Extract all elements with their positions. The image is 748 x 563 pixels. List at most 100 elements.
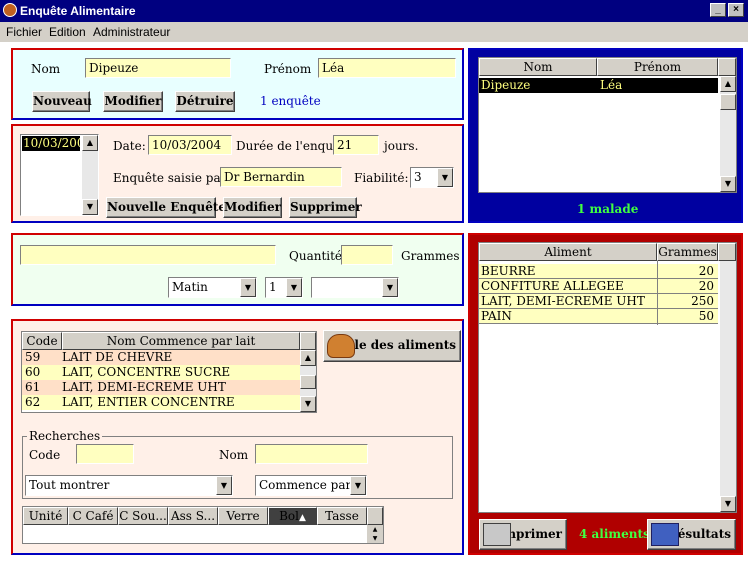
fiabilite-select[interactable]: 3 ▼ — [410, 167, 454, 188]
mode-select[interactable]: Commence par ▼ — [255, 475, 367, 496]
consumed-header-aliment[interactable]: Aliment — [479, 243, 657, 261]
unit-header[interactable]: C Sou... — [118, 507, 168, 525]
unit-header-label: Bol — [279, 509, 299, 523]
unit-header[interactable]: Ass S... — [168, 507, 218, 525]
nom-input[interactable]: Dipeuze — [85, 58, 231, 78]
menu-fichier[interactable]: Fichier — [6, 25, 42, 39]
food-row[interactable]: 62 LAIT, ENTIER CONCENTRE — [22, 395, 300, 410]
consumed-header-corner — [718, 243, 736, 261]
survey-list[interactable]: 10/03/2004 ▲ ▼ — [20, 134, 99, 216]
code-search-input[interactable] — [76, 444, 134, 464]
food-code: 59 — [25, 350, 41, 364]
num-select[interactable]: 1 ▼ — [265, 277, 303, 298]
food-header-code[interactable]: Code — [22, 332, 62, 350]
consumed-scrollbar[interactable]: ▼ — [720, 261, 736, 512]
bread-icon — [327, 334, 355, 358]
enquete-count: 1 enquête — [260, 94, 321, 108]
scroll-up-icon[interactable]: ▲ — [300, 350, 316, 366]
scroll-up-icon[interactable]: ▲ — [720, 76, 736, 92]
food-row[interactable]: 59 LAIT DE CHEVRE — [22, 350, 300, 365]
scroll-thumb[interactable] — [300, 375, 316, 389]
patients-scrollbar[interactable]: ▲ ▼ — [720, 76, 736, 192]
prenom-input[interactable]: Léa — [318, 58, 456, 78]
menu-administrateur[interactable]: Administrateur — [93, 25, 170, 39]
consumed-grams: 20 — [698, 264, 714, 278]
patients-list[interactable]: Nom Prénom Dipeuze Léa ▲ ▼ — [478, 57, 737, 193]
modifier-person-button[interactable]: Modifier — [103, 91, 163, 112]
scroll-down-icon[interactable]: ▼ — [300, 396, 316, 412]
patients-header-nom[interactable]: Nom — [479, 58, 597, 76]
unit-table[interactable]: Unité C Café C Sou... Ass S... Verre Bol… — [22, 506, 384, 544]
spin-down-icon[interactable]: ▼ — [367, 534, 383, 543]
food-panel: Code Nom Commence par lait 59 LAIT DE CH… — [11, 319, 464, 555]
column-divider — [657, 261, 658, 325]
date-label: Date: — [113, 139, 146, 153]
menu-edition[interactable]: Edition — [49, 25, 86, 39]
close-button[interactable]: × — [728, 3, 744, 17]
resultats-button[interactable]: Résultats — [647, 519, 736, 550]
food-name: LAIT, ENTIER CONCENTRE — [62, 395, 235, 409]
consumed-row[interactable]: BEURRE 20 — [479, 264, 718, 279]
consumed-row[interactable]: PAIN 50 — [479, 309, 718, 324]
patients-header-corner — [718, 58, 736, 76]
minimize-button[interactable]: _ — [710, 3, 726, 17]
duree-input[interactable]: 21 — [333, 135, 379, 155]
aliments-count: 4 aliments — [579, 527, 650, 541]
scroll-down-icon[interactable]: ▼ — [720, 496, 736, 512]
fiabilite-label: Fiabilité: — [354, 171, 409, 185]
chevron-down-icon[interactable]: ▼ — [382, 278, 398, 297]
recherches-legend: Recherches — [27, 429, 103, 443]
food-table[interactable]: Code Nom Commence par lait 59 LAIT DE CH… — [21, 331, 317, 413]
nouveau-button[interactable]: Nouveau — [32, 91, 92, 112]
modifier-survey-button[interactable]: Modifier — [223, 197, 282, 218]
consumed-header-grammes[interactable]: Grammes — [657, 243, 718, 261]
window-title: Enquête Alimentaire — [20, 4, 136, 18]
consumed-row[interactable]: CONFITURE ALLEGEE 20 — [479, 279, 718, 294]
unit-spinner[interactable]: ▲ ▼ — [367, 525, 383, 543]
nouvelle-enquete-button[interactable]: Nouvelle Enquête — [106, 197, 226, 218]
food-row[interactable]: 60 LAIT, CONCENTRE SUCRE — [22, 365, 300, 380]
grammes-label: Grammes — [401, 249, 460, 263]
scroll-down-icon[interactable]: ▼ — [720, 176, 736, 192]
table-aliments-button[interactable]: Table des aliments — [323, 330, 461, 362]
chevron-down-icon[interactable]: ▼ — [286, 278, 302, 297]
unit-header[interactable]: Unité — [23, 507, 68, 525]
patient-prenom: Léa — [600, 78, 623, 92]
unit-header[interactable]: C Café — [68, 507, 118, 525]
aliment-input[interactable] — [20, 245, 276, 265]
spin-up-icon[interactable]: ▲ — [367, 525, 383, 534]
consumed-table[interactable]: Aliment Grammes BEURRE 20 CONFITURE ALLE… — [478, 242, 737, 513]
consumed-grams: 50 — [698, 309, 714, 323]
chevron-down-icon[interactable]: ▼ — [437, 168, 453, 187]
saisie-label: Enquête saisie par: — [113, 171, 231, 185]
date-input[interactable]: 10/03/2004 — [148, 135, 232, 155]
chevron-down-icon[interactable]: ▼ — [216, 476, 232, 495]
unit-header[interactable]: Tasse — [317, 507, 367, 525]
recherches-group: Recherches Code Nom Tout montrer ▼ Comme… — [22, 429, 453, 499]
survey-panel: 10/03/2004 ▲ ▼ Date: 10/03/2004 Durée de… — [11, 124, 464, 223]
quantite-input[interactable] — [341, 245, 393, 265]
scroll-thumb[interactable] — [720, 94, 736, 110]
saisie-input[interactable]: Dr Bernardin — [220, 167, 342, 187]
chevron-down-icon[interactable]: ▼ — [350, 476, 366, 495]
patient-row[interactable]: Dipeuze Léa — [479, 78, 718, 93]
consumed-row[interactable]: LAIT, DEMI-ECREME UHT 250 — [479, 294, 718, 309]
food-header-name[interactable]: Nom Commence par lait — [62, 332, 300, 350]
extra-select[interactable]: ▼ — [311, 277, 399, 298]
detruire-button[interactable]: Détruire — [175, 91, 235, 112]
survey-scrollbar[interactable]: ▲ ▼ — [82, 135, 98, 215]
imprimer-button[interactable]: Imprimer — [479, 519, 567, 550]
patients-header-prenom[interactable]: Prénom — [597, 58, 718, 76]
nom-search-input[interactable] — [255, 444, 368, 464]
food-row[interactable]: 61 LAIT, DEMI-ECREME UHT — [22, 380, 300, 395]
filter-select[interactable]: Tout montrer ▼ — [25, 475, 233, 496]
unit-header[interactable]: Bol▲ — [268, 507, 317, 525]
scroll-up-icon[interactable]: ▲ — [82, 135, 98, 151]
survey-list-item[interactable]: 10/03/2004 — [22, 136, 80, 151]
repas-select[interactable]: Matin ▼ — [168, 277, 257, 298]
scroll-down-icon[interactable]: ▼ — [82, 199, 98, 215]
supprimer-button[interactable]: Supprimer — [289, 197, 362, 218]
chevron-down-icon[interactable]: ▼ — [240, 278, 256, 297]
food-scrollbar[interactable]: ▲ ▼ — [300, 350, 316, 412]
unit-header[interactable]: Verre — [218, 507, 268, 525]
